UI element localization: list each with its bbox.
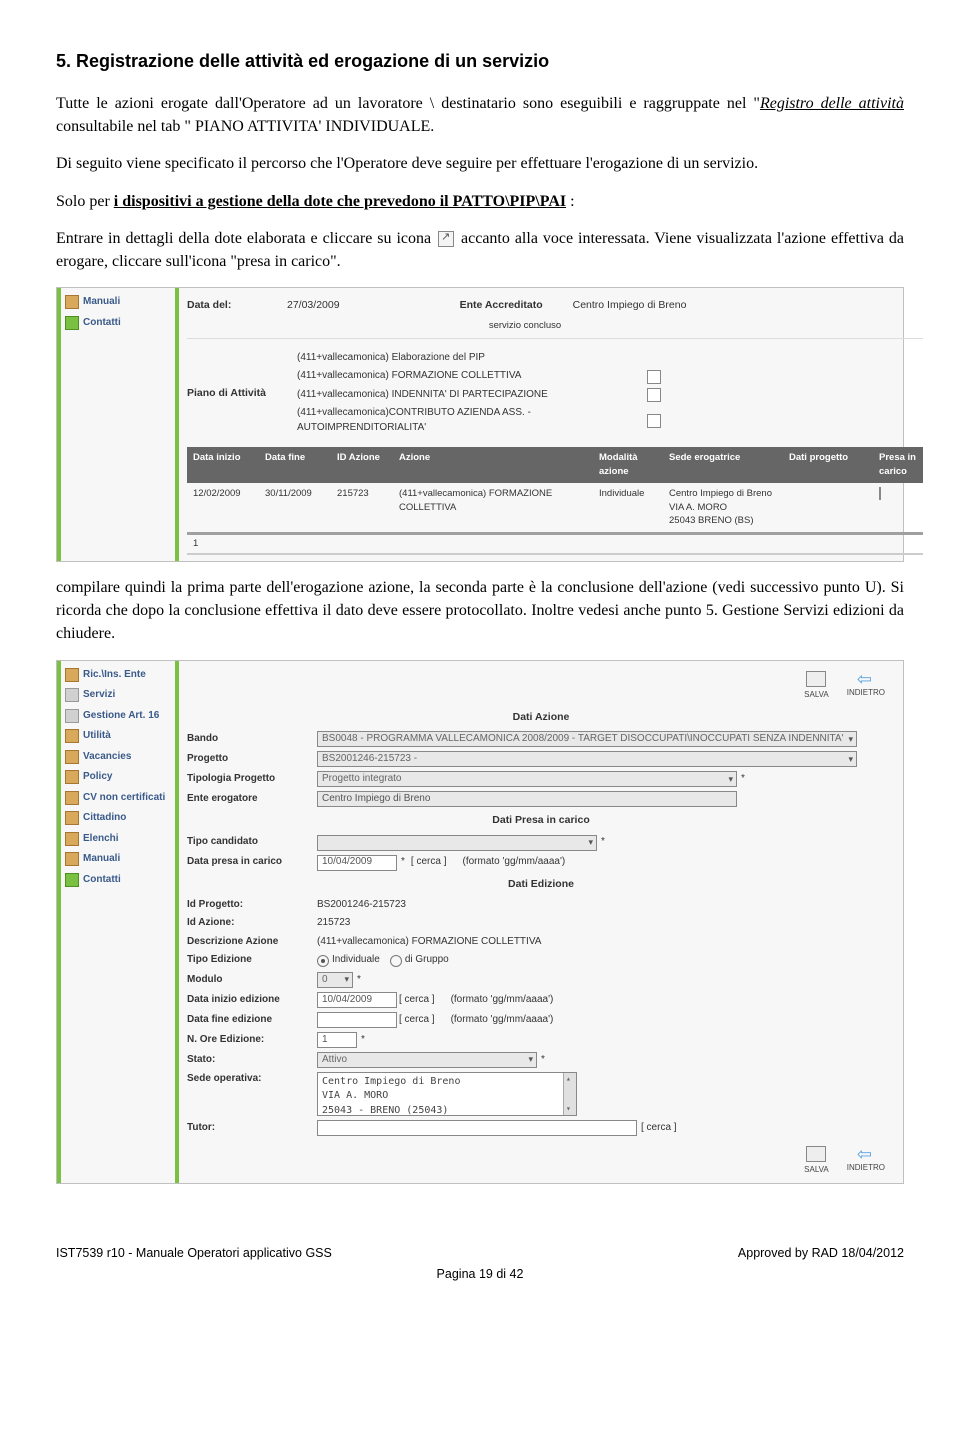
detail-checkbox-icon[interactable] xyxy=(647,388,661,402)
nav-elenchi[interactable]: Elenchi xyxy=(63,829,173,850)
page-footer: IST7539 r10 - Manuale Operatori applicat… xyxy=(56,1244,904,1282)
nav-contatti-2[interactable]: Contatti xyxy=(63,870,173,891)
nav-policy[interactable]: Policy xyxy=(63,767,173,788)
presa-in-carico-icon[interactable] xyxy=(879,487,881,500)
cerca-link-2[interactable]: [ cerca ] xyxy=(399,993,435,1008)
dati-azione-header: Dati Azione xyxy=(187,706,895,729)
piano-attivita-label: Piano di Attività xyxy=(187,349,297,438)
screenshot-1: Manuali Contatti Data del: 27/03/2009 Ent… xyxy=(56,287,904,562)
stato-select[interactable]: Attivo xyxy=(317,1052,537,1068)
back-arrow-icon xyxy=(857,671,875,685)
save-icon xyxy=(806,1146,826,1162)
salva-button-bottom[interactable]: SALVA xyxy=(804,1146,829,1176)
cerca-link[interactable]: [ cerca ] xyxy=(411,855,447,870)
tutor-input[interactable] xyxy=(317,1120,637,1136)
ente-erogatore-field: Centro Impiego di Breno xyxy=(317,791,737,807)
tipo-candidato-select[interactable] xyxy=(317,835,597,851)
pager: 1 xyxy=(187,535,923,555)
nav-cittadino[interactable]: Cittadino xyxy=(63,808,173,829)
nav-manuali-2[interactable]: Manuali xyxy=(63,849,173,870)
data-del-label: Data del: xyxy=(187,298,267,313)
footer-left: IST7539 r10 - Manuale Operatori applicat… xyxy=(56,1244,332,1262)
cerca-link-3[interactable]: [ cerca ] xyxy=(399,1013,435,1028)
tipologia-progetto-select[interactable]: Progetto integrato xyxy=(317,771,737,787)
data-inizio-ed-input[interactable]: 10/04/2009 xyxy=(317,992,397,1008)
data-presa-input[interactable]: 10/04/2009 xyxy=(317,855,397,871)
nav-contatti[interactable]: Contatti xyxy=(63,313,173,334)
nav-manuali[interactable]: Manuali xyxy=(63,292,173,313)
ente-acc-label: Ente Accreditato xyxy=(460,298,543,313)
n-ore-input[interactable]: 1 xyxy=(317,1032,357,1048)
nav-cvnon[interactable]: CV non certificati xyxy=(63,788,173,809)
nav-servizi[interactable]: Servizi xyxy=(63,685,173,706)
scrollbar[interactable] xyxy=(563,1073,576,1115)
data-del-value: 27/03/2009 xyxy=(287,298,340,313)
nav-utilita[interactable]: Utilità xyxy=(63,726,173,747)
dati-edizione-header: Dati Edizione xyxy=(187,873,895,896)
detail-icon xyxy=(438,231,454,247)
detail-checkbox-icon[interactable] xyxy=(647,414,661,428)
table-header: Data inizio Data fine ID Azione Azione M… xyxy=(187,447,923,483)
detail-checkbox-icon[interactable] xyxy=(647,370,661,384)
radio-gruppo[interactable] xyxy=(390,955,402,967)
indietro-button-bottom[interactable]: INDIETRO xyxy=(847,1146,885,1176)
paragraph-1: Tutte le azioni erogate dall'Operatore a… xyxy=(56,92,904,138)
screenshot-2: Ric.\Ins. Ente Servizi Gestione Art. 16 … xyxy=(56,660,904,1185)
footer-page: Pagina 19 di 42 xyxy=(56,1265,904,1283)
paragraph-2: Di seguito viene specificato il percorso… xyxy=(56,152,904,175)
indietro-button[interactable]: INDIETRO xyxy=(847,671,885,701)
salva-button[interactable]: SALVA xyxy=(804,671,829,701)
dati-presa-header: Dati Presa in carico xyxy=(187,809,895,832)
table-row: 12/02/2009 30/11/2009 215723 (411+vallec… xyxy=(187,483,923,535)
bando-select[interactable]: BS0048 - PROGRAMMA VALLECAMONICA 2008/20… xyxy=(317,731,857,747)
data-fine-ed-input[interactable] xyxy=(317,1012,397,1028)
sidebar-nav-2: Ric.\Ins. Ente Servizi Gestione Art. 16 … xyxy=(57,661,175,1184)
back-arrow-icon xyxy=(857,1146,875,1160)
nav-ricins[interactable]: Ric.\Ins. Ente xyxy=(63,665,173,686)
paragraph-3: Solo per i dispositivi a gestione della … xyxy=(56,190,904,213)
radio-individuale[interactable] xyxy=(317,955,329,967)
paragraph-5: compilare quindi la prima parte dell'ero… xyxy=(56,576,904,646)
sede-operativa-textarea[interactable]: Centro Impiego di Breno VIA A. MORO 2504… xyxy=(317,1072,577,1116)
paragraph-4: Entrare in dettagli della dote elaborata… xyxy=(56,227,904,273)
cerca-link-4[interactable]: [ cerca ] xyxy=(641,1121,677,1136)
footer-right: Approved by RAD 18/04/2012 xyxy=(738,1244,904,1262)
ente-acc-value: Centro Impiego di Breno xyxy=(573,298,687,313)
progetto-select[interactable]: BS2001246-215723 - xyxy=(317,751,857,767)
nav-gestart16[interactable]: Gestione Art. 16 xyxy=(63,706,173,727)
nav-vacancies[interactable]: Vacancies xyxy=(63,747,173,768)
save-icon xyxy=(806,671,826,687)
piano-items: (411+vallecamonica) Elaborazione del PIP… xyxy=(297,349,923,438)
servizio-concluso-label: servizio concluso xyxy=(187,321,863,337)
modulo-select[interactable]: 0 xyxy=(317,972,353,988)
section-heading: 5. Registrazione delle attività ed eroga… xyxy=(56,48,904,74)
sidebar-nav: Manuali Contatti xyxy=(57,288,175,561)
